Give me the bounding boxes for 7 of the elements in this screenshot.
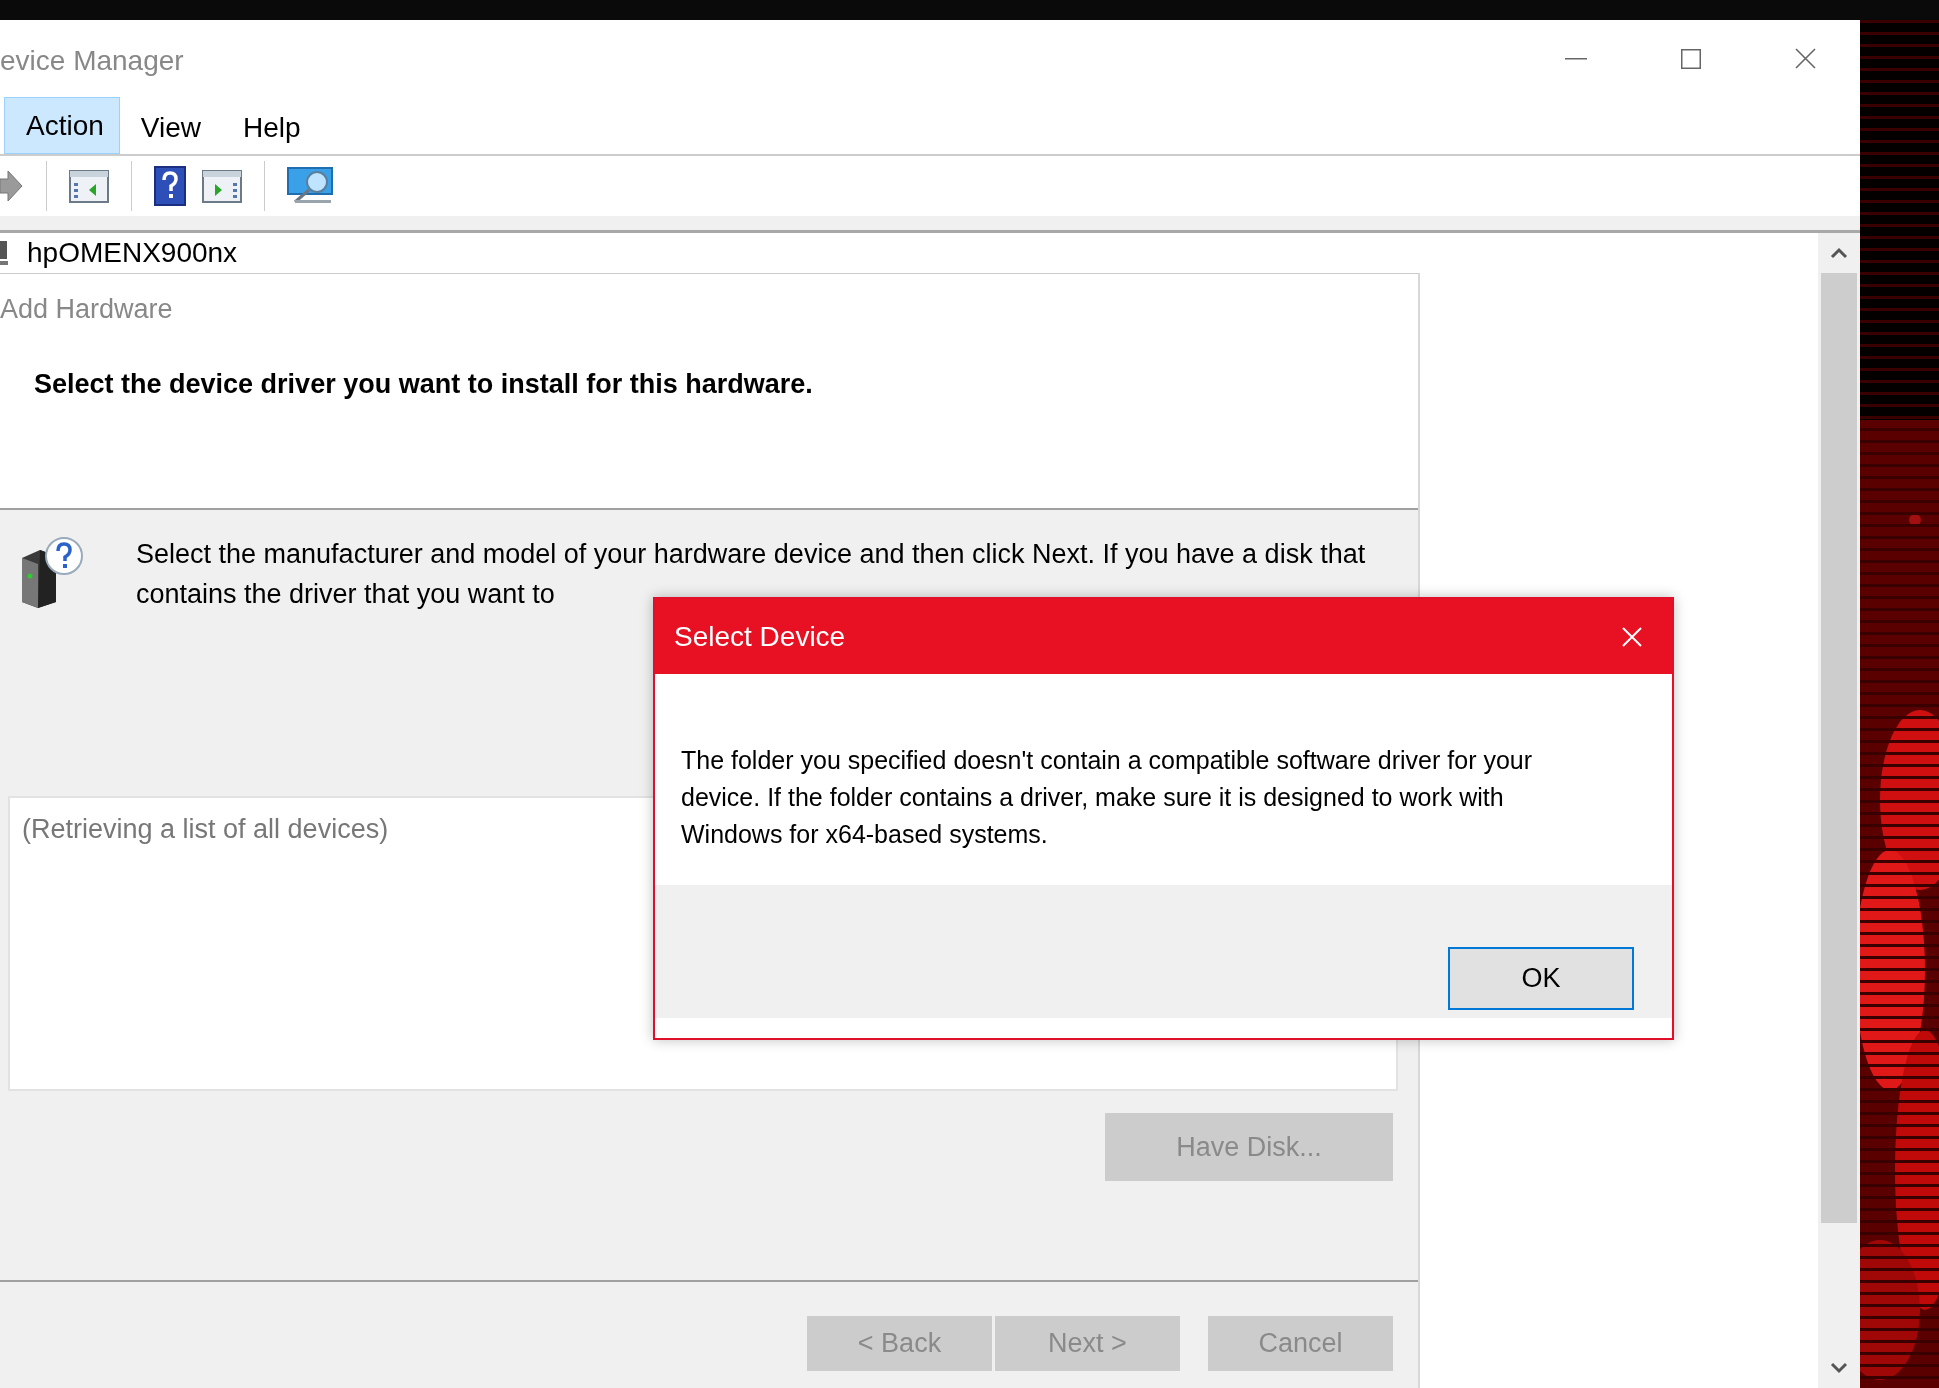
dialog-title: Select Device	[674, 620, 846, 653]
window-title: evice Manager	[0, 44, 184, 77]
wizard-heading: Select the device driver you want to install for this hardware.	[34, 369, 814, 400]
list-status-text: (Retrieving a list of all devices)	[22, 814, 389, 844]
dialog-message: The folder you specified doesn't contain a compatible software driver for your device. If the folder contains a driver, make sure it is designed to work with Windows for x64-based systems.	[681, 745, 1534, 850]
instructions-text: Select the manufacturer and model of your hardware device and then click Next. If you have a disk that contains the driver that you want to	[136, 538, 1367, 611]
wizard-title: Add Hardware	[0, 294, 174, 325]
